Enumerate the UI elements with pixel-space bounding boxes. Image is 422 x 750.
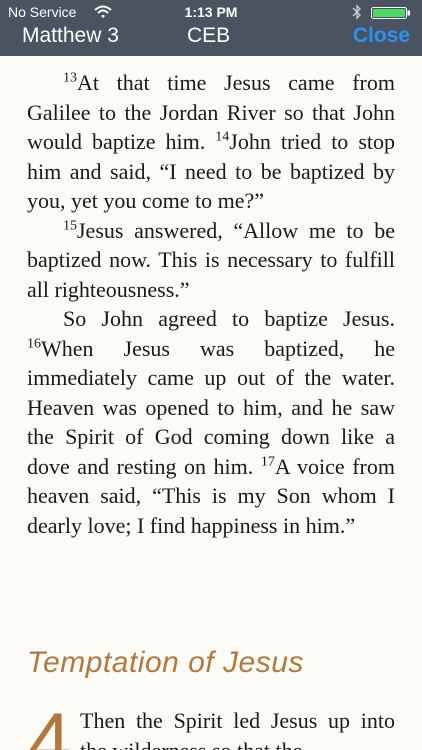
verse-number: 15	[63, 218, 77, 234]
navigation-bar: Matthew 3 CEB Close	[0, 22, 422, 56]
previous-heading-fragment	[60, 56, 180, 64]
status-bar: No Service 1:13 PM	[0, 0, 422, 24]
section-heading: Temptation of Jesus	[27, 646, 304, 679]
chapter-reference-button[interactable]: Matthew 3	[22, 24, 119, 48]
paragraph: 15Jesus answered, “Allow me to be baptiz…	[27, 216, 395, 305]
verse-number: 14	[215, 129, 230, 145]
paragraph: So John agreed to baptize Jesus. 16When …	[27, 304, 395, 540]
verse-number: 16	[27, 336, 41, 352]
verse-number: 13	[63, 70, 77, 86]
top-bar: No Service 1:13 PM Matthew 3 CEB Close	[0, 0, 422, 56]
paragraph: 13At that time Jesus came from Galilee t…	[27, 68, 395, 216]
passage-text: 13At that time Jesus came from Galilee t…	[27, 68, 395, 540]
verse-text: So John agreed to baptize Jesus.	[63, 306, 395, 331]
reader-content[interactable]: 13At that time Jesus came from Galilee t…	[0, 56, 422, 750]
battery-icon	[371, 7, 410, 19]
close-button[interactable]: Close	[353, 24, 410, 48]
chapter-number: 4	[28, 696, 72, 750]
translation-button[interactable]: CEB	[187, 24, 230, 48]
verse-number: 17	[260, 454, 275, 470]
bluetooth-icon	[352, 4, 361, 20]
chapter-opening-text: Then the Spirit led Jesus up into the wi…	[80, 708, 395, 750]
verse-text: Jesus answered, “Allow me to be baptized…	[27, 217, 395, 302]
